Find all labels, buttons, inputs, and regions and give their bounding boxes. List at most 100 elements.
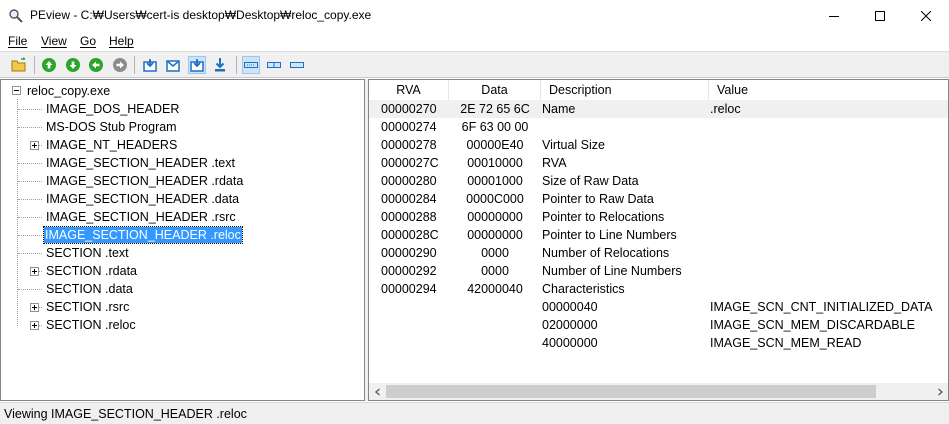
cell-value: IMAGE_SCN_MEM_READ (710, 336, 862, 350)
tree-node[interactable]: IMAGE_SECTION_HEADER .rdata (45, 173, 244, 189)
table-row[interactable]: 02000000 IMAGE_SCN_MEM_DISCARDABLE (369, 316, 948, 334)
cell-value (710, 136, 948, 154)
tree-node[interactable]: IMAGE_NT_HEADERS (45, 137, 178, 153)
column-header-description[interactable]: Description (541, 80, 709, 100)
cell-rva: 0000028C (381, 228, 439, 242)
expand-icon[interactable] (30, 141, 39, 150)
cell-description: 00000040 (542, 300, 598, 314)
tree-node[interactable]: SECTION .reloc (45, 317, 137, 333)
cell-rva: 00000284 (381, 192, 437, 206)
expand-icon[interactable] (30, 303, 39, 312)
tree-node[interactable]: SECTION .text (45, 245, 130, 261)
tree-node[interactable]: MS-DOS Stub Program (45, 119, 178, 135)
scroll-right-icon[interactable] (931, 383, 948, 400)
cell-rva: 0000027C (381, 156, 439, 170)
cell-description (542, 118, 709, 136)
cell-value (710, 244, 948, 262)
go-forward-icon[interactable] (111, 56, 129, 74)
go-back-icon[interactable] (87, 56, 105, 74)
menu-go[interactable]: Go (80, 34, 96, 48)
table-row[interactable]: 00000290 0000 Number of Relocations (369, 244, 948, 262)
horizontal-scrollbar[interactable] (369, 383, 948, 400)
cell-data: 2E 72 65 6C (460, 102, 530, 116)
table-row[interactable]: 00000040 IMAGE_SCN_CNT_INITIALIZED_DATA (369, 298, 948, 316)
cell-description: Virtual Size (542, 138, 605, 152)
cell-rva: 00000274 (381, 120, 437, 134)
tree-node-selected[interactable]: IMAGE_SECTION_HEADER .reloc (43, 226, 243, 244)
status-bar: Viewing IMAGE_SECTION_HEADER .reloc (0, 402, 949, 424)
view-qword-icon[interactable] (211, 56, 229, 74)
table-row[interactable]: 00000284 0000C000 Pointer to Raw Data (369, 190, 948, 208)
cell-description: Number of Line Numbers (542, 264, 682, 278)
cell-rva (381, 334, 449, 352)
cell-rva (381, 298, 449, 316)
cell-data: 00000000 (467, 210, 523, 224)
cell-value: IMAGE_SCN_MEM_DISCARDABLE (710, 318, 915, 332)
column-header-value[interactable]: Value (709, 80, 948, 100)
cell-description: Size of Raw Data (542, 174, 639, 188)
table-row[interactable]: 0000028C 00000000 Pointer to Line Numbers (369, 226, 948, 244)
column-header-rva[interactable]: RVA (369, 80, 449, 100)
minimize-button[interactable] (811, 0, 857, 31)
cell-data: 00001000 (467, 174, 523, 188)
detail-list[interactable]: RVA Data Description Value 00000270 2E 72… (368, 79, 949, 401)
tree-node[interactable]: IMAGE_SECTION_HEADER .data (45, 191, 240, 207)
cell-rva (381, 316, 449, 334)
view-text-icon[interactable] (288, 56, 306, 74)
table-row[interactable]: 00000294 42000040 Characteristics (369, 280, 948, 298)
go-up-icon[interactable] (40, 56, 58, 74)
view-byte-icon[interactable] (141, 56, 159, 74)
table-row[interactable]: 00000278 00000E40 Virtual Size (369, 136, 948, 154)
table-row[interactable]: 0000027C 00010000 RVA (369, 154, 948, 172)
tree-node[interactable]: IMAGE_SECTION_HEADER .text (45, 155, 236, 171)
table-row[interactable]: 00000288 00000000 Pointer to Relocations (369, 208, 948, 226)
expand-icon[interactable] (30, 267, 39, 276)
table-row[interactable]: 00000270 2E 72 65 6C Name .reloc (369, 100, 948, 118)
collapse-icon[interactable] (12, 86, 21, 95)
expand-icon[interactable] (30, 321, 39, 330)
view-hex-icon[interactable] (265, 56, 283, 74)
tree-node[interactable]: SECTION .rsrc (45, 299, 130, 315)
view-word-icon[interactable] (164, 56, 182, 74)
tree-node[interactable]: IMAGE_SECTION_HEADER .rsrc (45, 209, 237, 225)
magnifier-icon (8, 8, 24, 24)
cell-data: 0000 (481, 246, 509, 260)
cell-rva: 00000292 (381, 264, 437, 278)
cell-description: Number of Relocations (542, 246, 670, 260)
cell-description: Pointer to Raw Data (542, 192, 654, 206)
window-title: PEview - C:₩Users₩cert-is desktop₩Deskto… (30, 8, 372, 22)
cell-data: 0000 (481, 264, 509, 278)
cell-data (453, 298, 537, 316)
column-header-data[interactable]: Data (449, 80, 541, 100)
view-details-icon[interactable] (242, 56, 260, 74)
cell-data (453, 316, 537, 334)
tree-pane[interactable]: reloc_copy.exe IMAGE_DOS_HEADER MS-DOS S… (0, 79, 365, 401)
tree-root[interactable]: reloc_copy.exe (26, 83, 111, 99)
view-dword-icon[interactable] (188, 56, 206, 74)
maximize-button[interactable] (857, 0, 903, 31)
scroll-left-icon[interactable] (369, 383, 386, 400)
cell-data (453, 334, 537, 352)
table-row[interactable]: 00000292 0000 Number of Line Numbers (369, 262, 948, 280)
tree-node[interactable]: SECTION .data (45, 281, 134, 297)
cell-data: 00010000 (467, 156, 523, 170)
cell-description: Pointer to Relocations (542, 210, 665, 224)
menu-view[interactable]: View (41, 34, 67, 48)
tree-node[interactable]: IMAGE_DOS_HEADER (45, 101, 180, 117)
open-folder-icon[interactable] (10, 56, 28, 74)
table-row[interactable]: 00000280 00001000 Size of Raw Data (369, 172, 948, 190)
close-button[interactable] (903, 0, 949, 31)
tree-node[interactable]: SECTION .rdata (45, 263, 138, 279)
menu-file[interactable]: File (8, 34, 27, 48)
table-row[interactable]: 00000274 6F 63 00 00 (369, 118, 948, 136)
cell-description: Characteristics (542, 282, 625, 296)
go-down-icon[interactable] (64, 56, 82, 74)
scrollbar-thumb[interactable] (386, 385, 876, 398)
menu-help[interactable]: Help (109, 34, 134, 48)
cell-value (710, 154, 948, 172)
cell-description: Pointer to Line Numbers (542, 228, 677, 242)
table-row[interactable]: 40000000 IMAGE_SCN_MEM_READ (369, 334, 948, 352)
cell-rva: 00000280 (381, 174, 437, 188)
cell-rva: 00000270 (381, 102, 437, 116)
cell-rva: 00000294 (381, 282, 437, 296)
